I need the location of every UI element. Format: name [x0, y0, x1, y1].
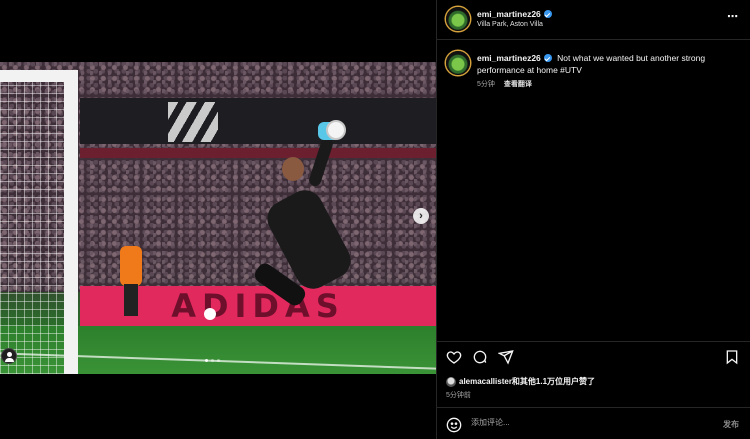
- goalkeeper-head: [282, 157, 304, 181]
- carousel-dot: [211, 359, 214, 362]
- referee-legs: [124, 284, 138, 316]
- liker-avatar[interactable]: [446, 376, 456, 387]
- caption-text: emi_martinez26 Not what we wanted but an…: [477, 52, 747, 76]
- caption-username[interactable]: emi_martinez26: [477, 53, 552, 63]
- post-sidebar: emi_martinez26 Villa Park, Aston Villa ⋯…: [436, 0, 750, 439]
- adidas-stripes-logo: [168, 102, 218, 142]
- header-username[interactable]: emi_martinez26: [477, 9, 552, 19]
- caption-username-text[interactable]: emi_martinez26: [477, 53, 541, 63]
- actions-bar: alemacallister和其他1.1万位用户赞了 5分钟前 发布: [437, 341, 750, 439]
- action-icons: [446, 349, 514, 365]
- translate-link[interactable]: 查看翻译: [504, 79, 532, 89]
- media-panel: ADIDAS ›: [0, 0, 436, 439]
- posted-ago: 5分钟前: [446, 392, 471, 399]
- post-comment-button[interactable]: 发布: [723, 419, 739, 430]
- comment-row: 发布: [437, 407, 750, 439]
- verified-badge-icon: [543, 54, 552, 62]
- likes-summary[interactable]: alemacallister和其他1.1万位用户赞了: [446, 376, 595, 387]
- caption-avatar[interactable]: [446, 51, 470, 75]
- bookmark-icon[interactable]: [724, 349, 740, 365]
- carousel-dot: [217, 359, 220, 362]
- football: [326, 120, 346, 140]
- heart-icon[interactable]: [446, 349, 462, 365]
- avatar[interactable]: [446, 7, 470, 31]
- caption-meta: 5分钟 查看翻译: [477, 79, 532, 89]
- header-username-text[interactable]: emi_martinez26: [477, 9, 541, 19]
- ad-board-text: ADIDAS: [171, 287, 345, 325]
- referee: [120, 246, 142, 286]
- likes-text[interactable]: alemacallister和其他1.1万位用户赞了: [459, 376, 595, 387]
- goal-post: [64, 72, 78, 374]
- emoji-icon[interactable]: [446, 417, 462, 433]
- verified-badge-icon: [543, 10, 552, 18]
- user-tag-icon[interactable]: [1, 348, 17, 364]
- comment-icon[interactable]: [472, 349, 488, 365]
- pitch-ball: [204, 308, 216, 320]
- stand-band: [80, 148, 436, 158]
- more-icon[interactable]: ⋯: [727, 12, 739, 23]
- post-location[interactable]: Villa Park, Aston Villa: [477, 21, 543, 28]
- post-photo[interactable]: ADIDAS: [0, 62, 436, 374]
- post-header: emi_martinez26 Villa Park, Aston Villa ⋯: [437, 0, 750, 40]
- stadium-upper-board: [80, 98, 436, 144]
- comment-input[interactable]: [471, 418, 691, 427]
- caption-time: 5分钟: [477, 81, 495, 88]
- carousel-next-icon[interactable]: ›: [413, 208, 429, 224]
- carousel-dots: [205, 359, 220, 362]
- share-icon[interactable]: [498, 349, 514, 365]
- carousel-dot: [205, 359, 208, 362]
